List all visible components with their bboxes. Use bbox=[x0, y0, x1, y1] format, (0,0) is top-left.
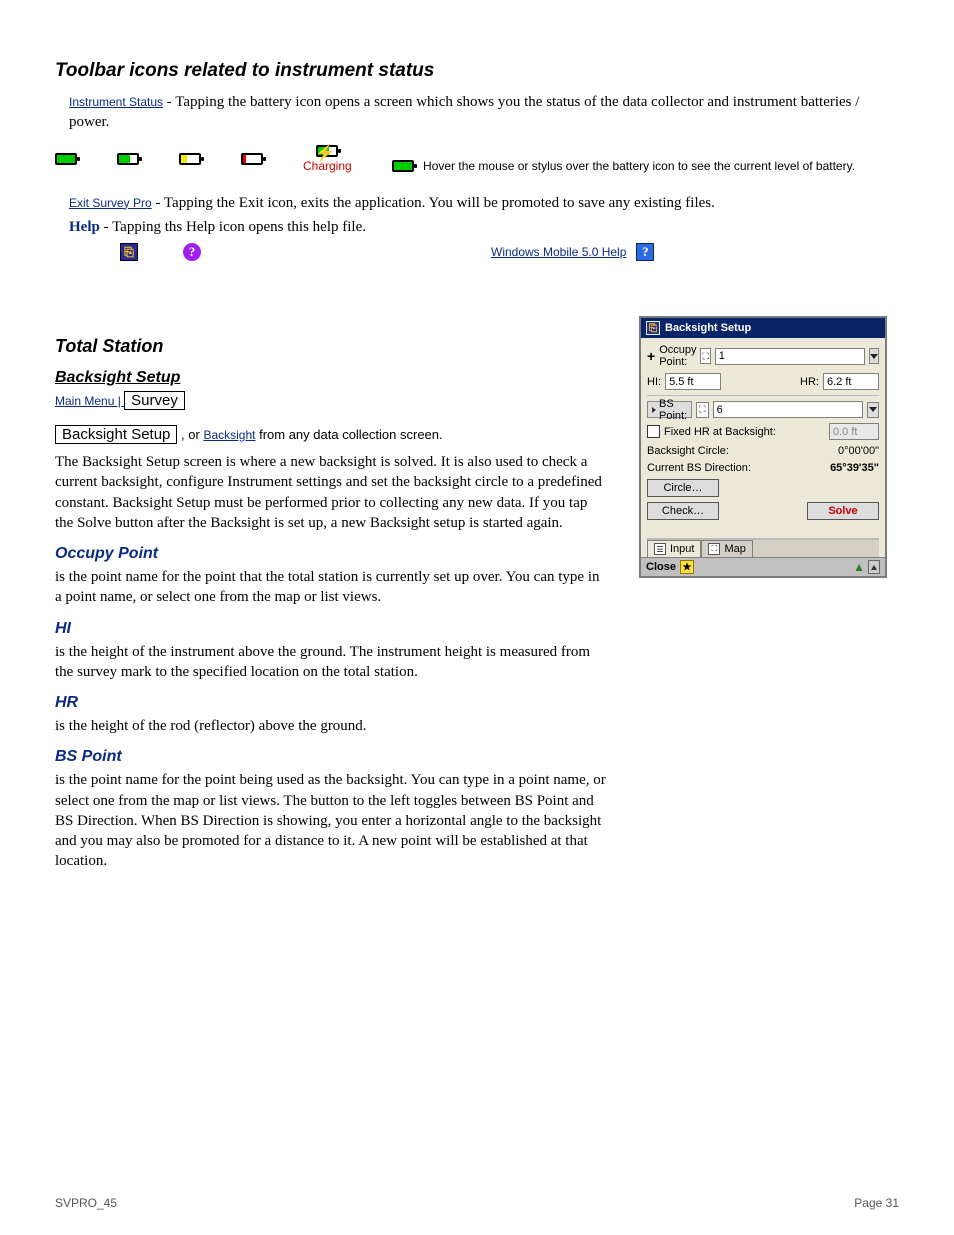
hi-heading: HI bbox=[55, 620, 609, 638]
tab-input-icon: ☰ bbox=[654, 543, 666, 555]
battery-30-icon bbox=[179, 153, 201, 165]
hi-input[interactable] bbox=[665, 373, 721, 390]
help-purple-icon[interactable]: ? bbox=[183, 243, 201, 261]
current-bs-dir-value: 65°39'35" bbox=[809, 462, 879, 474]
backsight-description: The Backsight Setup screen is where a ne… bbox=[55, 452, 609, 533]
backsight-link[interactable]: Backsight bbox=[203, 428, 255, 442]
close-button[interactable]: Close bbox=[646, 561, 676, 573]
bs-point-toggle[interactable]: BS Point: bbox=[647, 401, 692, 418]
bs-point-input[interactable] bbox=[713, 401, 863, 418]
backsight-setup-button[interactable]: Backsight Setup bbox=[55, 425, 177, 444]
bs-point-desc: is the point name for the point being us… bbox=[55, 770, 609, 871]
backsight-setup-dialog: ⎘ Backsight Setup + Occupy Point: ⛶ HI: … bbox=[639, 316, 887, 578]
nav-suffix: from any data collection screen. bbox=[259, 427, 443, 442]
occupy-point-input[interactable] bbox=[715, 348, 865, 365]
current-bs-dir-label: Current BS Direction: bbox=[647, 462, 751, 474]
battery-inline-desc: Hover the mouse or stylus over the batte… bbox=[423, 159, 855, 173]
nav-or: , or bbox=[181, 427, 203, 442]
circle-button[interactable]: Circle… bbox=[647, 479, 719, 497]
exit-icon[interactable]: ⎘ bbox=[120, 243, 138, 261]
warning-icon[interactable]: ▲ bbox=[853, 560, 865, 574]
battery-10-icon bbox=[241, 153, 263, 165]
nav-path: Main Menu | Survey Backsight Setup , or … bbox=[55, 391, 609, 444]
exit-survey-desc: - Tapping the Exit icon, exits the appli… bbox=[155, 195, 714, 211]
total-station-heading: Total Station bbox=[55, 336, 609, 357]
dialog-title-text: Backsight Setup bbox=[665, 322, 751, 334]
dialog-statusbar: Close ★ ▲ bbox=[641, 557, 885, 576]
hr-desc: is the height of the rod (reflector) abo… bbox=[55, 716, 609, 736]
windows-help-link[interactable]: Windows Mobile 5.0 Help bbox=[491, 245, 626, 259]
hr-label: HR: bbox=[800, 376, 819, 388]
help-label: Help bbox=[69, 219, 100, 235]
backsight-setup-heading: Backsight Setup bbox=[55, 369, 609, 387]
occupy-dropdown-button[interactable] bbox=[869, 348, 879, 364]
occupy-point-heading: Occupy Point bbox=[55, 545, 609, 563]
instrument-status-text: Instrument Status - Tapping the battery … bbox=[69, 92, 899, 133]
fixed-hr-input bbox=[829, 423, 879, 440]
occupy-point-desc: is the point name for the point that the… bbox=[55, 567, 609, 608]
exit-survey-link[interactable]: Exit Survey Pro bbox=[69, 196, 152, 210]
tab-map[interactable]: ⛶ Map bbox=[701, 540, 752, 557]
instrument-status-desc: - Tapping the battery icon opens a scree… bbox=[69, 94, 859, 130]
bs-point-heading: BS Point bbox=[55, 748, 609, 766]
bs-point-dropdown-button[interactable] bbox=[867, 402, 879, 418]
footer-right: Page 31 bbox=[854, 1196, 899, 1210]
battery-60-icon bbox=[117, 153, 139, 165]
battery-charging-icon: ⚡ bbox=[316, 145, 338, 157]
hr-heading: HR bbox=[55, 694, 609, 712]
footer-left: SVPRO_45 bbox=[55, 1196, 117, 1210]
scroll-up-button[interactable] bbox=[868, 560, 880, 574]
battery-full-icon bbox=[55, 153, 77, 165]
check-button[interactable]: Check… bbox=[647, 502, 719, 520]
hi-label: HI: bbox=[647, 376, 661, 388]
tab-map-icon: ⛶ bbox=[708, 543, 720, 555]
fixed-hr-checkbox[interactable] bbox=[647, 425, 660, 438]
hi-desc: is the height of the instrument above th… bbox=[55, 642, 609, 683]
exit-survey-text: Exit Survey Pro - Tapping the Exit icon,… bbox=[69, 193, 899, 213]
plus-icon: + bbox=[647, 349, 655, 363]
solve-button[interactable]: Solve bbox=[807, 502, 879, 520]
backsight-circle-value: 0°00'00" bbox=[809, 445, 879, 457]
help-text: Help - Tapping ths Help icon opens this … bbox=[69, 217, 899, 237]
occupy-map-button[interactable]: ⛶ bbox=[700, 348, 710, 364]
tab-input[interactable]: ☰ Input bbox=[647, 540, 701, 557]
main-menu-link[interactable]: Main Menu | bbox=[55, 394, 124, 408]
help-desc: - Tapping ths Help icon opens this help … bbox=[104, 219, 366, 235]
fixed-hr-label: Fixed HR at Backsight: bbox=[664, 426, 776, 438]
favorite-icon[interactable]: ★ bbox=[680, 560, 694, 574]
help-blue-icon[interactable]: ? bbox=[636, 243, 654, 261]
instrument-status-link[interactable]: Instrument Status bbox=[69, 95, 163, 109]
survey-button[interactable]: Survey bbox=[124, 391, 185, 410]
occupy-point-label: Occupy Point: bbox=[659, 344, 696, 368]
dialog-icon: ⎘ bbox=[646, 321, 660, 335]
bs-point-map-button[interactable]: ⛶ bbox=[696, 402, 708, 418]
battery-inline-icon bbox=[392, 160, 414, 172]
section-toolbar-heading: Toolbar icons related to instrument stat… bbox=[55, 60, 899, 82]
backsight-circle-label: Backsight Circle: bbox=[647, 445, 729, 457]
hr-input[interactable] bbox=[823, 373, 879, 390]
dialog-titlebar: ⎘ Backsight Setup bbox=[641, 318, 885, 338]
